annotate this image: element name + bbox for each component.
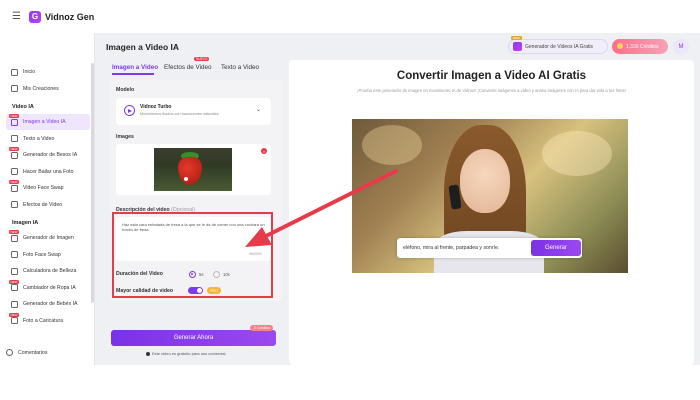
effects-icon	[11, 201, 18, 208]
cost-badge: -5 Créditos	[250, 325, 274, 331]
sidebar-nav: Inicio Mis Creaciones Video IA Imagen a Vid…	[6, 33, 90, 329]
sidebar-item-label: Inicio	[23, 69, 36, 75]
new-badge: NEW	[9, 180, 19, 184]
model-name: Vidnoz Turbo	[140, 104, 172, 110]
page-title: Imagen a Video IA	[106, 42, 180, 52]
generator-icon	[513, 42, 522, 51]
sidebar-item-efectos-de-video[interactable]: Efectos de Video	[6, 197, 90, 213]
sidebar-item-calculadora-de-belleza[interactable]: Calculadora de Belleza	[6, 263, 90, 279]
sidebar-item-label: Comentarios	[18, 349, 48, 356]
sidebar-item-foto-face-swap[interactable]: Foto Face Swap	[6, 247, 90, 263]
sidebar-item-label: Imagen a Video IA	[23, 119, 66, 125]
example-prompt-text: eléfono, mira al frente, parpadea y sonr…	[403, 245, 500, 251]
sidebar-item-cambiador-de-ropa-ia[interactable]: Cambiador de Ropa IA NEW	[6, 279, 90, 296]
dance-icon	[11, 168, 18, 175]
sidebar-item-label: Hacer Bailar una Foto	[23, 168, 74, 175]
brand: ☰ G Vidnoz Gen	[0, 0, 95, 33]
feedback-icon	[6, 349, 13, 356]
top-bar	[0, 0, 700, 33]
sidebar-item-inicio[interactable]: Inicio	[6, 64, 90, 80]
nuevo-badge: NUEVO	[194, 57, 210, 61]
image-video-icon	[11, 118, 18, 126]
new-badge: NEW	[9, 114, 19, 118]
highlight-outline	[112, 212, 273, 298]
kiss-icon	[11, 151, 18, 159]
info-icon	[146, 351, 150, 356]
sidebar-item-foto-a-caricatura[interactable]: Foto a Caricatura NEW	[6, 312, 90, 329]
sidebar-item-label: Video Face Swap	[23, 185, 64, 191]
baby-icon	[11, 300, 18, 308]
sidebar-item-label: Generador de Imagen	[23, 235, 74, 241]
sidebar-item-label: Generador de Bebés IA	[23, 301, 78, 307]
cartoon-icon	[11, 317, 18, 324]
new-badge: NEW	[511, 36, 522, 40]
folder-icon	[11, 85, 18, 92]
model-label: Modelo	[116, 87, 135, 93]
text-video-icon	[11, 135, 18, 142]
sidebar-item-imagen-a-video-ia[interactable]: Imagen a Video IA NEW	[6, 114, 90, 130]
sidebar-item-comentarios[interactable]: Comentarios	[6, 349, 47, 356]
sidebar-item-generador-de-besos-ia[interactable]: Generador de Besos IA NEW	[6, 147, 90, 163]
sidebar-item-label: Generador de Besos IA	[23, 152, 78, 158]
images-label: Images	[116, 134, 134, 140]
model-description: Movimientos fluidos con transiciones nat…	[140, 112, 220, 116]
hamburger-icon[interactable]: ☰	[12, 11, 21, 22]
sidebar-item-texto-a-video[interactable]: Texto a Video	[6, 131, 90, 147]
sidebar-item-generador-de-imagen[interactable]: Generador de Imagen NEW	[6, 230, 90, 246]
sidebar-item-generador-de-beb-s-ia[interactable]: Generador de Bebés IA	[6, 296, 90, 312]
sidebar-item-label: Mis Creaciones	[23, 85, 59, 92]
sidebar-item-label: Cambiador de Ropa IA	[23, 284, 76, 291]
credits-label: 1,330 Créditos	[626, 43, 659, 50]
sidebar-item-label: Efectos de Video	[23, 201, 63, 208]
avatar[interactable]: M	[673, 39, 689, 55]
coin-icon	[617, 43, 623, 49]
new-badge: NEW	[9, 147, 19, 151]
new-badge: NEW	[9, 279, 19, 284]
free-use-note: Este video es gratuito para uso comercia…	[146, 351, 226, 356]
preview-description: ¡Prueba este generador de imagen en movi…	[357, 88, 626, 93]
sidebar-item-label: Calculadora de Belleza	[23, 268, 77, 274]
uploaded-strawberry-image	[154, 148, 232, 191]
new-badge: NEW	[9, 312, 19, 317]
face-swap-icon	[11, 184, 18, 192]
sidebar-section-title: Imagen IA	[12, 220, 39, 226]
home-icon	[11, 68, 18, 76]
sidebar-item-hacer-bailar-una-foto[interactable]: Hacer Bailar una Foto	[6, 164, 90, 180]
active-tab-indicator	[112, 73, 154, 75]
tab-texto-a-video[interactable]: Texto a Video	[221, 64, 259, 71]
generator-label: Generador de Videos IA Gratis	[525, 43, 594, 50]
brand-name: Vidnoz Gen	[44, 11, 95, 22]
clothes-icon	[11, 284, 18, 291]
free-video-generator-button[interactable]: NEW Generador de Videos IA Gratis	[508, 36, 608, 54]
new-badge: NEW	[9, 230, 19, 234]
model-select[interactable]: Vidnoz Turbo Movimientos fluidos con tra…	[116, 98, 271, 125]
sidebar-item-video-face-swap[interactable]: Video Face Swap NEW	[6, 180, 90, 196]
sidebar-scrollbar[interactable]	[91, 63, 94, 303]
remove-image-icon[interactable]: ×	[261, 148, 267, 154]
play-icon	[124, 105, 135, 116]
image-gen-icon	[11, 234, 18, 242]
photo-swap-icon	[11, 251, 18, 258]
sidebar-item-mis-creaciones[interactable]: Mis Creaciones	[6, 81, 90, 97]
sidebar: Inicio Mis Creaciones Video IA Imagen a Vid…	[0, 33, 95, 365]
tab-imagen-a-video[interactable]: Imagen a Video	[112, 64, 158, 71]
sidebar-item-label: Foto a Caricatura	[23, 317, 64, 324]
logo-icon: G	[28, 10, 41, 23]
chevron-down-icon: ⌄	[256, 106, 262, 113]
beauty-icon	[11, 267, 18, 275]
tab-efectos-de-video[interactable]: Efectos de Video	[164, 64, 212, 71]
sidebar-item-label: Texto a Video	[23, 135, 55, 142]
generate-now-button[interactable]: Generar Ahora	[111, 330, 276, 346]
preview-title: Convertir Imagen a Video AI Gratis	[396, 70, 587, 82]
sidebar-item-label: Foto Face Swap	[23, 251, 61, 258]
sidebar-section-title: Video IA	[12, 104, 34, 110]
credits-button[interactable]: 1,330 Créditos	[612, 39, 668, 54]
example-generate-button[interactable]: Generar	[531, 240, 581, 256]
